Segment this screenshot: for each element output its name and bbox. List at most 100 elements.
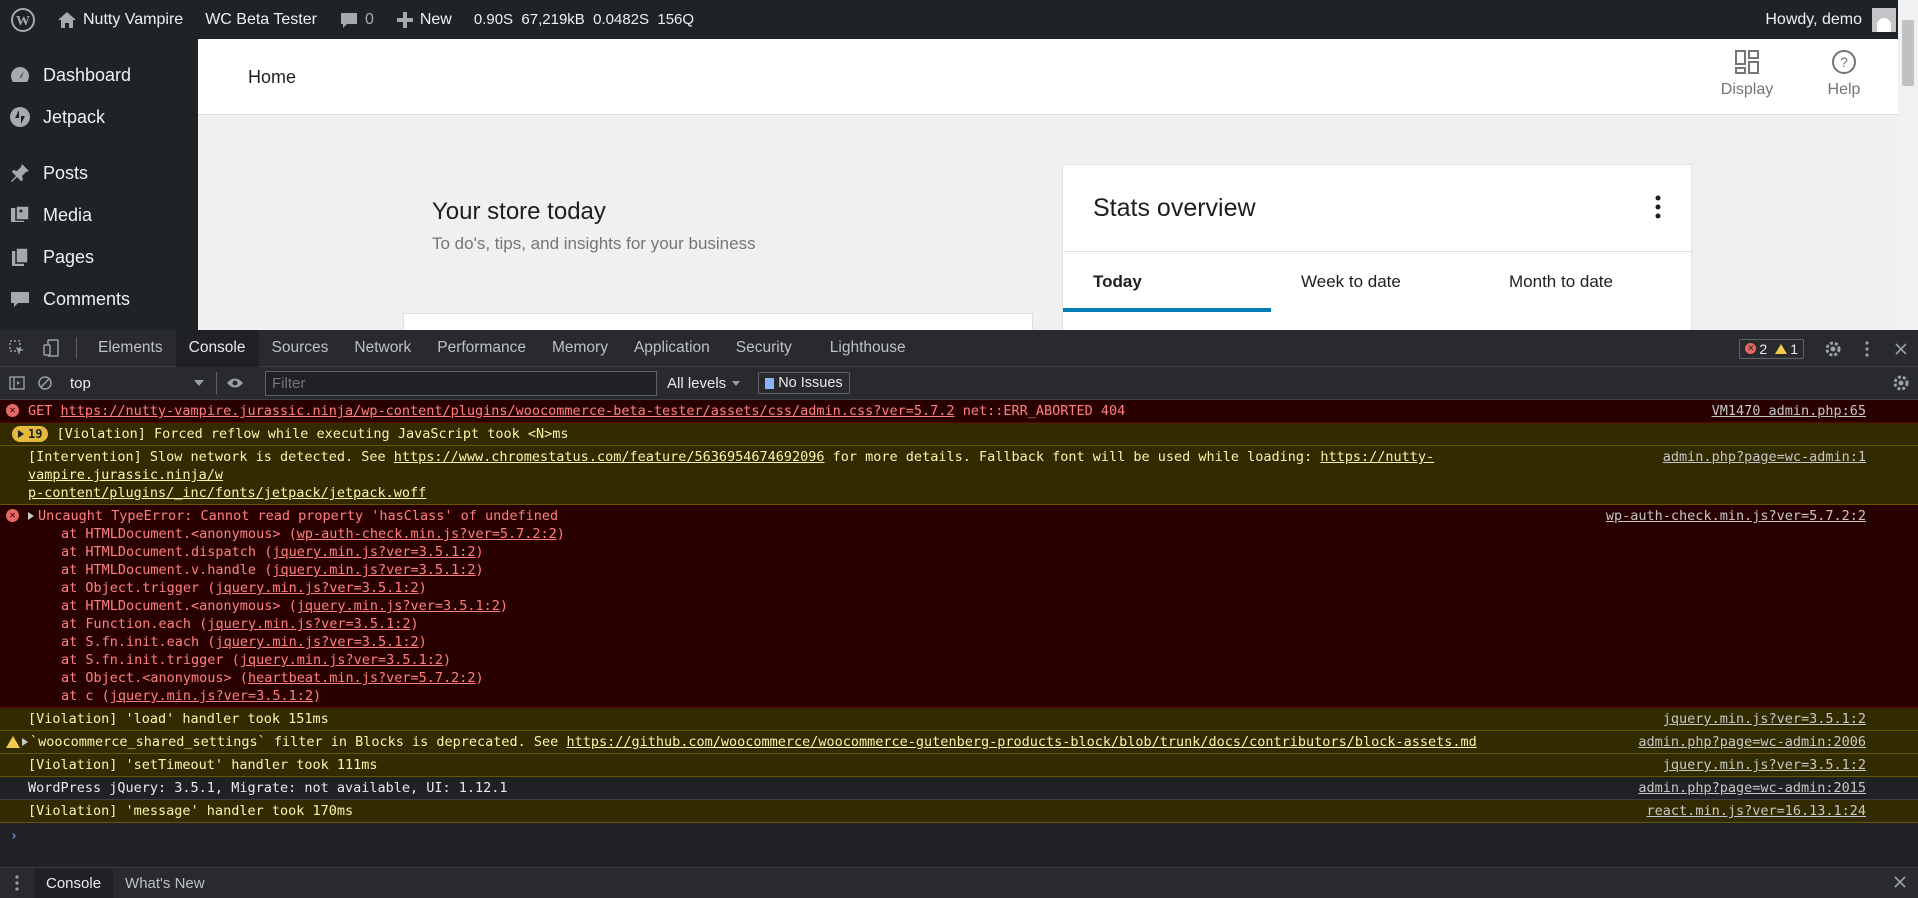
context-selector[interactable]: top — [56, 375, 216, 392]
sidebar-item-comments[interactable]: Comments — [0, 278, 198, 320]
message-link[interactable]: https://github.com/woocommerce/woocommer… — [566, 734, 1476, 750]
sidebar-item-dashboard[interactable]: Dashboard — [0, 54, 198, 96]
sidebar-item-posts[interactable]: Posts — [0, 152, 198, 194]
stack-frame-link[interactable]: jquery.min.js?ver=3.5.1:2 — [240, 652, 443, 668]
close-icon[interactable] — [1884, 330, 1918, 367]
page-scrollbar[interactable] — [1898, 0, 1918, 330]
message-link[interactable]: p-content/plugins/_inc/fonts/jetpack/jet… — [28, 485, 426, 501]
console-settings-gear-icon[interactable] — [1892, 374, 1910, 396]
dropdown-arrow-icon — [194, 380, 204, 386]
store-heading: Your store today — [432, 198, 606, 225]
message-text: [Violation] 'message' handler took 170ms — [28, 803, 354, 819]
sidebar-item-pages[interactable]: Pages — [0, 236, 198, 278]
issues-button[interactable]: No Issues — [758, 372, 850, 394]
sidebar-item-media[interactable]: Media — [0, 194, 198, 236]
site-name-link[interactable]: Nutty Vampire — [46, 0, 194, 39]
filter-input[interactable] — [265, 370, 657, 396]
log-levels-dropdown[interactable]: All levels — [667, 375, 741, 392]
tab-week-to-date[interactable]: Week to date — [1271, 252, 1479, 312]
source-link[interactable]: admin.php?page=wc-admin:2006 — [1638, 733, 1866, 751]
warning-icon — [1775, 343, 1788, 354]
console-message-error: ✕ Uncaught TypeError: Cannot read proper… — [0, 505, 1918, 708]
beta-tester-link[interactable]: WC Beta Tester — [194, 0, 328, 39]
console-message-warning: [Violation] 'load' handler took 151ms jq… — [0, 708, 1918, 731]
clear-console-icon[interactable] — [34, 376, 56, 390]
drawer-tab-console[interactable]: Console — [34, 868, 114, 898]
stack-frame-link[interactable]: jquery.min.js?ver=3.5.1:2 — [215, 634, 418, 650]
stack-frame-link[interactable]: jquery.min.js?ver=3.5.1:2 — [297, 598, 500, 614]
more-vertical-icon[interactable] — [1655, 195, 1661, 226]
display-button[interactable]: Display — [1710, 49, 1784, 109]
stack-frame: at HTMLDocument.<anonymous> (jquery.min.… — [61, 598, 509, 614]
perf-queries: 156Q — [657, 11, 695, 28]
stack-frame-link[interactable]: wp-auth-check.min.js?ver=5.7.2:2 — [297, 526, 557, 542]
eye-icon[interactable] — [217, 377, 253, 389]
source-link[interactable]: wp-auth-check.min.js?ver=5.7.2:2 — [1606, 507, 1866, 525]
error-count: 2 — [1759, 340, 1768, 357]
source-link[interactable]: admin.php?page=wc-admin:1 — [1663, 448, 1866, 466]
tab-today[interactable]: Today — [1063, 252, 1271, 312]
drawer-close-icon[interactable] — [1894, 875, 1906, 892]
more-options-icon[interactable] — [1850, 330, 1884, 367]
tab-performance[interactable]: Performance — [424, 330, 539, 367]
tab-console[interactable]: Console — [175, 329, 259, 367]
query-monitor-link[interactable]: 0.90S 67,219kB 0.0482S 156Q — [463, 0, 705, 39]
stack-frame-link[interactable]: heartbeat.min.js?ver=5.7.2:2 — [248, 670, 476, 686]
stack-frame: at HTMLDocument.dispatch (jquery.min.js?… — [61, 544, 484, 560]
comments-link[interactable]: 0 — [328, 0, 385, 39]
tab-memory[interactable]: Memory — [539, 330, 621, 367]
tab-security[interactable]: Security — [723, 330, 805, 367]
error-icon: ✕ — [6, 509, 19, 522]
message-text: GET — [28, 403, 61, 419]
page-title: Home — [248, 67, 297, 87]
tab-sources[interactable]: Sources — [259, 330, 342, 367]
tab-elements[interactable]: Elements — [85, 330, 176, 367]
sidebar-item-label: Posts — [43, 162, 89, 183]
tab-application[interactable]: Application — [621, 330, 723, 367]
source-link[interactable]: jquery.min.js?ver=3.5.1:2 — [1663, 710, 1866, 728]
help-button[interactable]: ? Help — [1807, 49, 1881, 109]
console-prompt[interactable]: › — [0, 823, 1918, 851]
console-message-warning: `woocommerce_shared_settings` filter in … — [0, 731, 1918, 754]
tab-month-to-date[interactable]: Month to date — [1479, 252, 1687, 312]
source-link[interactable]: jquery.min.js?ver=3.5.1:2 — [1663, 756, 1866, 774]
stats-title: Stats overview — [1093, 193, 1256, 222]
scrollbar-thumb[interactable] — [1902, 20, 1914, 86]
console-message-warning: [Violation] 'setTimeout' handler took 11… — [0, 754, 1918, 777]
perf-time: 0.90S — [473, 11, 514, 28]
new-content-link[interactable]: New — [385, 0, 463, 39]
drawer-tab-whats-new[interactable]: What's New — [113, 868, 217, 898]
jetpack-icon — [8, 105, 32, 129]
expand-triangle-icon[interactable] — [22, 738, 28, 746]
settings-gear-icon[interactable] — [1816, 330, 1850, 367]
avatar — [1872, 7, 1896, 32]
my-account[interactable]: Howdy, demo — [1765, 7, 1918, 32]
console-message-warning[interactable]: 19 [Violation] Forced reflow while execut… — [0, 423, 1918, 446]
source-link[interactable]: react.min.js?ver=16.13.1:24 — [1647, 802, 1866, 820]
sidebar-item-jetpack[interactable]: Jetpack — [0, 96, 198, 138]
stack-frame-link[interactable]: jquery.min.js?ver=3.5.1:2 — [110, 688, 313, 704]
message-text: Uncaught TypeError: Cannot read property… — [38, 508, 559, 524]
message-link[interactable]: https://www.chromestatus.com/feature/563… — [394, 449, 825, 465]
stack-frame-link[interactable]: jquery.min.js?ver=3.5.1:2 — [207, 616, 410, 632]
message-link[interactable]: https://nutty-vampire.jurassic.ninja/wp-… — [61, 403, 955, 419]
sidebar-toggle-icon[interactable] — [0, 376, 34, 390]
device-toolbar-icon[interactable] — [34, 330, 68, 367]
expand-triangle-icon[interactable] — [28, 512, 34, 520]
source-link[interactable]: admin.php?page=wc-admin:2015 — [1638, 779, 1866, 797]
issue-counter[interactable]: ✕ 2 1 — [1739, 338, 1804, 359]
stack-frame-link[interactable]: jquery.min.js?ver=3.5.1:2 — [215, 580, 418, 596]
stack-frame-link[interactable]: jquery.min.js?ver=3.5.1:2 — [272, 544, 475, 560]
dashboard-icon — [8, 63, 32, 87]
wordpress-logo-icon[interactable]: W — [0, 0, 46, 39]
source-link[interactable]: VM1470 admin.php:65 — [1712, 402, 1866, 420]
warning-count: 1 — [1790, 340, 1798, 357]
drawer-tab-bar: Console What's New — [0, 867, 1918, 898]
message-text: [Violation] 'load' handler took 151ms — [28, 711, 329, 727]
pages-icon — [8, 245, 32, 269]
tab-lighthouse[interactable]: Lighthouse — [817, 330, 919, 367]
inspect-element-icon[interactable] — [0, 330, 34, 367]
drawer-menu-icon[interactable] — [0, 875, 34, 891]
stack-frame-link[interactable]: jquery.min.js?ver=3.5.1:2 — [272, 562, 475, 578]
tab-network[interactable]: Network — [341, 330, 424, 367]
